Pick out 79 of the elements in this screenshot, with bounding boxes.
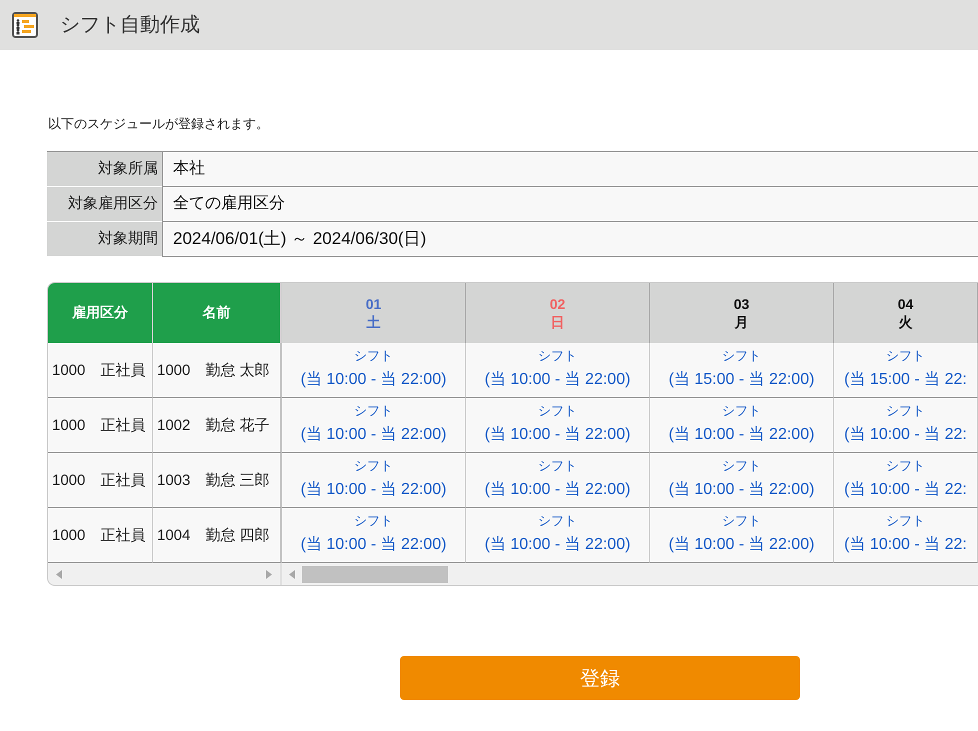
weekday-label: 土 xyxy=(366,313,380,331)
shift-time: (当 10:00 - 当 22:00) xyxy=(484,370,630,390)
weekday-label: 月 xyxy=(734,313,748,331)
shift-cell[interactable]: シフト (当 10:00 - 当 22:00) xyxy=(466,508,650,563)
table-cell: 1002 勤怠 花子 xyxy=(153,398,282,453)
scroll-left-icon[interactable] xyxy=(56,570,62,578)
shift-time: (当 10:00 - 当 22:00) xyxy=(668,425,814,445)
weekday-label: 日 xyxy=(550,313,564,331)
table-cell: 1004 勤怠 四郎 xyxy=(153,508,282,563)
shift-name: シフト xyxy=(354,347,393,365)
shift-name: シフト xyxy=(354,512,393,530)
column-header: 名前 xyxy=(153,283,282,343)
shift-cell[interactable]: シフト (当 15:00 - 当 22:00) xyxy=(650,343,834,398)
shift-name: シフト xyxy=(722,457,761,475)
shift-name: シフト xyxy=(886,457,925,475)
column-header: 雇用区分 xyxy=(48,283,153,343)
shift-time: (当 10:00 - 当 22: xyxy=(844,425,967,445)
field-label: 対象期間 xyxy=(47,222,162,257)
field-value: 全ての雇用区分 xyxy=(162,187,978,222)
table-cell: 1000 正社員 xyxy=(48,453,153,508)
shift-name: シフト xyxy=(538,457,577,475)
shift-cell[interactable]: シフト (当 10:00 - 当 22: xyxy=(834,453,978,508)
scroll-right-icon[interactable] xyxy=(266,570,272,578)
shift-time: (当 10:00 - 当 22: xyxy=(844,535,967,555)
table-cell: 1000 正社員 xyxy=(48,343,153,398)
day-number: 01 xyxy=(366,295,382,313)
shift-cell[interactable]: シフト (当 10:00 - 当 22:00) xyxy=(650,398,834,453)
day-number: 02 xyxy=(550,295,566,313)
shift-time: (当 10:00 - 当 22:00) xyxy=(300,425,446,445)
shift-cell[interactable]: シフト (当 10:00 - 当 22:00) xyxy=(282,398,466,453)
shift-cell[interactable]: シフト (当 10:00 - 当 22:00) xyxy=(282,508,466,563)
scrollbar-thumb[interactable] xyxy=(302,566,448,582)
shift-cell[interactable]: シフト (当 10:00 - 当 22:00) xyxy=(466,453,650,508)
shift-name: シフト xyxy=(886,347,925,365)
shift-cell[interactable]: シフト (当 10:00 - 当 22:00) xyxy=(650,453,834,508)
shift-name: シフト xyxy=(538,512,577,530)
shift-time: (当 10:00 - 当 22:00) xyxy=(668,480,814,500)
shift-cell[interactable]: シフト (当 10:00 - 当 22:00) xyxy=(466,343,650,398)
shift-time: (当 10:00 - 当 22:00) xyxy=(484,425,630,445)
day-number: 04 xyxy=(898,295,914,313)
shift-time: (当 10:00 - 当 22:00) xyxy=(484,535,630,555)
field-value: 2024/06/01(土) ～ 2024/06/30(日) xyxy=(162,222,978,257)
field-label: 対象所属 xyxy=(47,152,162,187)
shift-time: (当 10:00 - 当 22:00) xyxy=(300,535,446,555)
day-number: 03 xyxy=(734,295,750,313)
shift-time: (当 10:00 - 当 22:00) xyxy=(668,535,814,555)
weekday-label: 火 xyxy=(898,313,912,331)
shift-cell[interactable]: シフト (当 15:00 - 当 22: xyxy=(834,343,978,398)
shift-name: シフト xyxy=(722,402,761,420)
table-cell: 1003 勤怠 三郎 xyxy=(153,453,282,508)
gantt-chart-icon xyxy=(12,12,38,38)
table-cell: 1000 正社員 xyxy=(48,508,153,563)
shift-name: シフト xyxy=(886,402,925,420)
shift-name: シフト xyxy=(538,402,577,420)
shift-cell[interactable]: シフト (当 10:00 - 当 22: xyxy=(834,508,978,563)
shift-time: (当 15:00 - 当 22:00) xyxy=(668,370,814,390)
scroll-left-icon[interactable] xyxy=(289,570,295,578)
shift-time: (当 10:00 - 当 22: xyxy=(844,480,967,500)
shift-cell[interactable]: シフト (当 10:00 - 当 22: xyxy=(834,398,978,453)
info-message: 以下のスケジュールが登録されます。 xyxy=(48,115,269,133)
shift-name: シフト xyxy=(886,512,925,530)
shift-name: シフト xyxy=(538,347,577,365)
shift-cell[interactable]: シフト (当 10:00 - 当 22:00) xyxy=(282,453,466,508)
shift-time: (当 10:00 - 当 22:00) xyxy=(300,370,446,390)
field-value: 本社 xyxy=(162,152,978,187)
shift-name: シフト xyxy=(354,457,393,475)
page-title: シフト自動作成 xyxy=(60,13,200,38)
shift-time: (当 10:00 - 当 22:00) xyxy=(484,480,630,500)
shift-time: (当 15:00 - 当 22: xyxy=(844,370,967,390)
shift-name: シフト xyxy=(722,512,761,530)
shift-name: シフト xyxy=(722,347,761,365)
shift-name: シフト xyxy=(354,402,393,420)
table-cell: 1000 正社員 xyxy=(48,398,153,453)
shift-time: (当 10:00 - 当 22:00) xyxy=(300,480,446,500)
shift-cell[interactable]: シフト (当 10:00 - 当 22:00) xyxy=(282,343,466,398)
table-cell: 1000 勤怠 太郎 xyxy=(153,343,282,398)
shift-cell[interactable]: シフト (当 10:00 - 当 22:00) xyxy=(466,398,650,453)
shift-cell[interactable]: シフト (当 10:00 - 当 22:00) xyxy=(650,508,834,563)
field-label: 対象雇用区分 xyxy=(47,187,162,222)
